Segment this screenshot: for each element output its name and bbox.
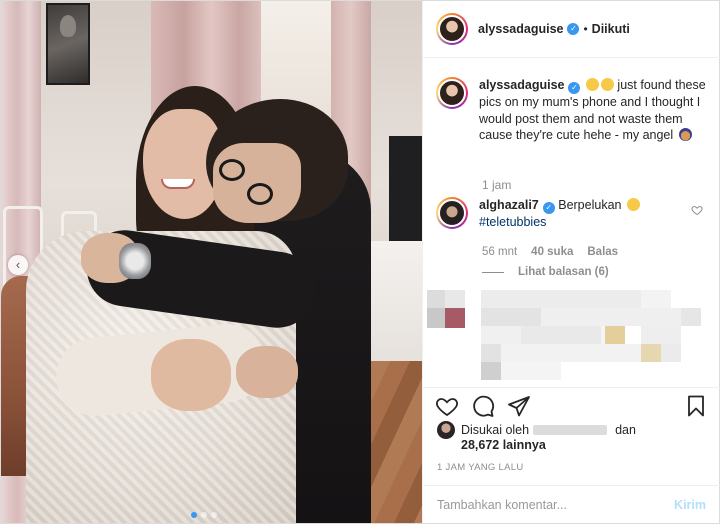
comment-time: 56 mnt — [482, 246, 518, 258]
carousel-dots — [191, 512, 217, 518]
commenter-avatar[interactable] — [436, 197, 468, 229]
bookmark-icon[interactable] — [684, 394, 708, 418]
post-header: alyssadaguise ✓ • Diikuti — [423, 1, 720, 58]
television — [389, 136, 422, 241]
carousel-dot — [201, 512, 207, 518]
caption-username[interactable]: alyssadaguise — [479, 78, 564, 92]
posted-time: 1 JAM YANG LALU — [437, 462, 524, 473]
post-side-panel: alyssadaguise ✓ • Diikuti alyssadaguise ✓… — [422, 1, 720, 523]
comment: alghazali7 ✓ Berpelukan #teletubbies — [436, 197, 711, 231]
action-bar — [423, 387, 720, 423]
chevron-left-icon[interactable]: ‹ — [8, 255, 28, 275]
view-replies-button[interactable]: Lihat balasan (6) — [482, 266, 609, 278]
glasses — [219, 153, 281, 209]
caption-text-block: alyssadaguise ✓ just found these pics on … — [479, 77, 711, 144]
likes-count[interactable]: 28,672 lainnya — [461, 438, 546, 452]
hug-emoji-icon — [626, 198, 640, 211]
share-icon[interactable] — [507, 394, 531, 418]
comment-username[interactable]: alghazali7 — [479, 198, 539, 212]
liked-by-prefix: Disukai oleh — [461, 423, 530, 437]
replies-line — [482, 271, 504, 273]
angel-emoji-icon — [678, 128, 692, 141]
comment-text-block: alghazali7 ✓ Berpelukan #teletubbies — [479, 197, 679, 231]
verified-icon: ✓ — [568, 82, 581, 94]
hashtag-link[interactable]: #teletubbies — [479, 215, 546, 229]
reply-button[interactable]: Balas — [587, 246, 618, 258]
woman-hand — [151, 339, 231, 411]
grin-emoji-icon — [600, 78, 614, 91]
caption-avatar[interactable] — [436, 77, 468, 109]
comment-meta: 56 mnt 40 suka Balas — [482, 246, 618, 258]
carousel-dot — [191, 512, 197, 518]
comment-text: Berpelukan — [558, 198, 625, 212]
pixelated-comment — [423, 286, 720, 386]
wall-art — [46, 3, 90, 85]
likes-count-text: 28,672 lainnya — [461, 438, 546, 452]
liked-by-suffix: dan — [615, 423, 636, 437]
liked-by: Disukai oleh dan — [437, 421, 636, 439]
caption-time: 1 jam — [482, 178, 512, 192]
carousel-dot — [211, 512, 217, 518]
post-photo[interactable]: ‹ — [1, 1, 422, 523]
comment-bar: Kirim — [423, 485, 720, 523]
caption: alyssadaguise ✓ just found these pics on … — [436, 77, 711, 144]
comment-heart-icon[interactable] — [691, 204, 703, 216]
smile — [161, 179, 195, 189]
author-avatar[interactable] — [436, 13, 468, 45]
grin-emoji-icon — [585, 78, 599, 91]
heart-icon[interactable] — [435, 394, 459, 418]
verified-icon: ✓ — [542, 202, 555, 214]
wristwatch — [119, 243, 151, 279]
separator-dot: • — [583, 22, 588, 36]
pixelated-username — [533, 425, 608, 435]
comment-input[interactable] — [437, 497, 657, 512]
comment-icon[interactable] — [471, 394, 495, 418]
man-hand — [236, 346, 298, 398]
verified-icon: ✓ — [567, 23, 580, 35]
send-button[interactable]: Kirim — [674, 498, 706, 512]
follow-status-button[interactable]: Diikuti — [592, 22, 630, 36]
comment-likes[interactable]: 40 suka — [531, 246, 573, 258]
view-replies-label: Lihat balasan (6) — [518, 266, 609, 278]
author-username[interactable]: alyssadaguise — [478, 22, 563, 36]
liker-avatar[interactable] — [437, 421, 455, 439]
